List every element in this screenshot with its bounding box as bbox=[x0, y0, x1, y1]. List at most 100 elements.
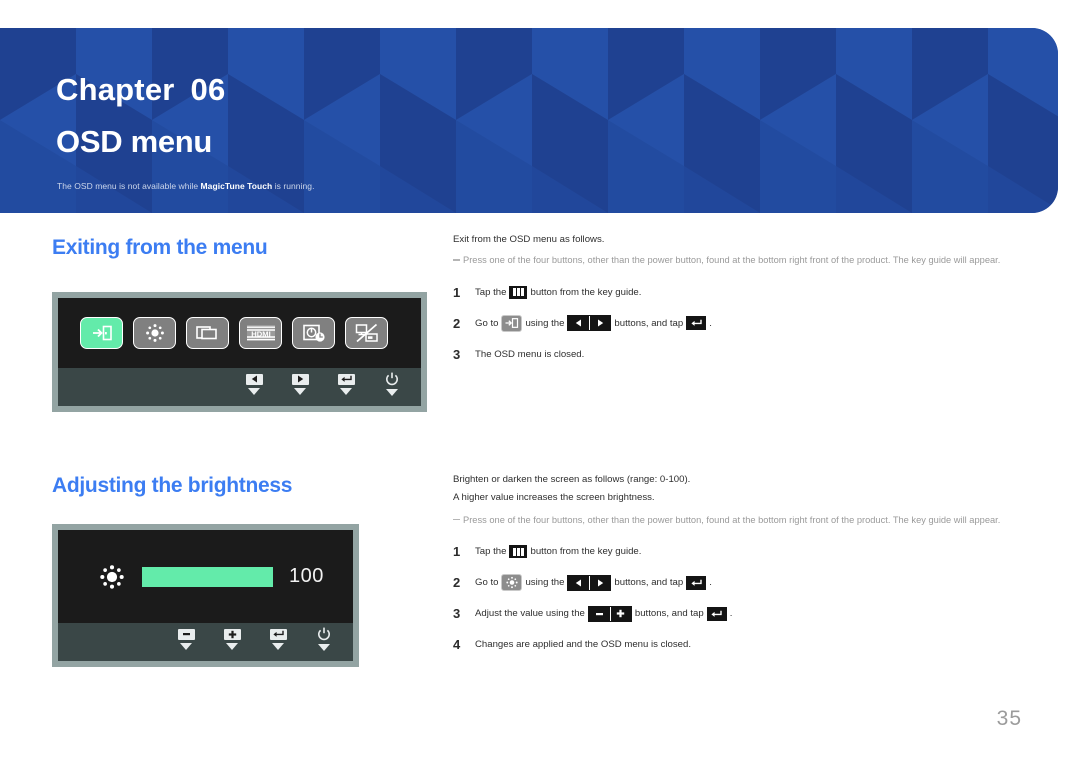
right-arrow-key[interactable] bbox=[277, 373, 323, 395]
exiting-note: Press one of the four buttons, other tha… bbox=[453, 253, 1023, 267]
manual-page: Chapter 06 OSD menu The OSD menu is not a… bbox=[0, 0, 1080, 763]
enter-key-box bbox=[337, 373, 355, 385]
left-arrow-key[interactable] bbox=[231, 373, 277, 395]
minus-icon[interactable] bbox=[588, 606, 610, 621]
step-item: 1 Tap the button from the key guide. bbox=[453, 277, 1023, 308]
step-item: 3 The OSD menu is closed. bbox=[453, 339, 1023, 370]
enter-icon bbox=[340, 375, 352, 382]
step-text-pre: Go to bbox=[475, 577, 499, 589]
brightness-osd-illustration: 100 bbox=[52, 524, 359, 667]
enter-key[interactable] bbox=[323, 373, 369, 395]
key-caret bbox=[180, 642, 192, 650]
osd-icon-menu: HDMI bbox=[58, 298, 421, 368]
minus-key[interactable] bbox=[163, 628, 209, 650]
minus-icon bbox=[182, 633, 190, 636]
step-text: Go to using the buttons, and tap . bbox=[475, 314, 712, 332]
chapter-label: Chapter bbox=[56, 72, 175, 107]
power-key[interactable] bbox=[301, 627, 347, 651]
step-item: 1 Tap the button from the key guide. bbox=[453, 536, 1023, 567]
brightness-slider-area: 100 bbox=[58, 530, 353, 623]
step-text-pre: The OSD menu is closed. bbox=[475, 348, 585, 360]
step-text: Tap the button from the key guide. bbox=[475, 285, 642, 299]
screen-adjustment-icon[interactable] bbox=[186, 317, 229, 349]
left-arrow-icon bbox=[251, 375, 257, 383]
osd-screen: HDMI bbox=[58, 298, 421, 406]
step-text-pre: Tap the bbox=[475, 286, 507, 298]
step-text-mid: using the bbox=[525, 317, 565, 329]
step-text-post: buttons, and tap bbox=[614, 317, 684, 329]
right-arrow-icon[interactable] bbox=[589, 575, 611, 590]
enter-icon[interactable] bbox=[686, 316, 707, 331]
osd-key-guide-bar bbox=[58, 623, 353, 661]
left-arrow-icon[interactable] bbox=[568, 316, 590, 331]
step-text-pre: Tap the bbox=[475, 546, 507, 558]
enter-icon[interactable] bbox=[706, 606, 727, 621]
eco-timer-icon[interactable] bbox=[292, 317, 335, 349]
key-caret bbox=[226, 642, 238, 650]
left-arrow-icon[interactable] bbox=[568, 575, 590, 590]
plus-key[interactable] bbox=[209, 628, 255, 650]
enter-icon[interactable] bbox=[686, 575, 707, 590]
step-text-post: buttons, and tap bbox=[614, 577, 684, 589]
chapter-line: Chapter 06 bbox=[56, 72, 225, 108]
brightness-icon[interactable] bbox=[501, 574, 523, 592]
brightness-note: Press one of the four buttons, other tha… bbox=[453, 513, 1023, 527]
step-text-post: button from the key guide. bbox=[530, 286, 642, 298]
step-number: 3 bbox=[453, 346, 461, 362]
step-text-post: button from the key guide. bbox=[530, 546, 642, 558]
hdmi-source-icon[interactable]: HDMI bbox=[239, 317, 282, 349]
right-arrow-key-box bbox=[291, 373, 309, 385]
display-off-icon[interactable] bbox=[345, 317, 388, 349]
step-number: 3 bbox=[453, 606, 461, 622]
chapter-number: 06 bbox=[190, 72, 226, 107]
step-number: 2 bbox=[453, 315, 461, 331]
menu-button-icon[interactable] bbox=[509, 285, 528, 299]
exit-icon[interactable] bbox=[501, 314, 523, 332]
eco-timer-glyph bbox=[302, 324, 325, 342]
chapter-title: OSD menu bbox=[56, 124, 213, 159]
key-caret bbox=[340, 387, 352, 395]
power-key[interactable] bbox=[369, 372, 415, 396]
brightness-lead-2: A higher value increases the screen brig… bbox=[453, 492, 655, 504]
arrow-keys-pair[interactable] bbox=[567, 574, 612, 591]
left-arrow-key-box bbox=[245, 373, 263, 385]
svg-text:HDMI: HDMI bbox=[251, 329, 270, 338]
step-text-pre: Adjust the value using the bbox=[475, 608, 585, 620]
section-heading-exiting: Exiting from the menu bbox=[52, 236, 268, 259]
hdmi-glyph: HDMI bbox=[246, 325, 275, 341]
osd-key-guide bbox=[163, 627, 347, 651]
osd-icon-row: HDMI bbox=[58, 317, 388, 349]
step-item: 2 Go to using the buttons, and tap . bbox=[453, 308, 1023, 339]
plus-icon[interactable] bbox=[609, 606, 631, 621]
section-heading-brightness: Adjusting the brightness bbox=[52, 474, 293, 497]
exiting-steps: 1 Tap the button from the key guide. 2 G… bbox=[453, 277, 1023, 370]
exit-glyph bbox=[92, 325, 112, 341]
brightness-icon[interactable] bbox=[133, 317, 176, 349]
minus-plus-pair[interactable] bbox=[587, 605, 632, 622]
plus-icon bbox=[228, 630, 236, 638]
banner-text-block: Chapter 06 OSD menu The OSD menu is not a… bbox=[56, 28, 696, 213]
brightness-row: 100 bbox=[58, 564, 324, 590]
enter-icon bbox=[272, 630, 284, 637]
right-arrow-icon[interactable] bbox=[589, 316, 611, 331]
step-text-post: buttons, and tap bbox=[634, 608, 704, 620]
step-text-tail: . bbox=[729, 608, 733, 620]
banner-note-suffix: is running. bbox=[272, 181, 315, 191]
exit-icon[interactable] bbox=[80, 317, 123, 349]
brightness-steps: 1 Tap the button from the key guide. 2 G… bbox=[453, 536, 1023, 660]
power-icon bbox=[318, 627, 330, 641]
arrow-keys-pair[interactable] bbox=[567, 315, 612, 332]
menu-button-icon[interactable] bbox=[509, 545, 528, 559]
banner-note: The OSD menu is not available while Magi… bbox=[57, 181, 314, 191]
step-text: Go to using the buttons, and tap . bbox=[475, 574, 712, 592]
banner-note-prefix: The OSD menu is not available while bbox=[57, 181, 201, 191]
step-item: 3 Adjust the value using the buttons, an… bbox=[453, 598, 1023, 629]
brightness-bar[interactable] bbox=[142, 566, 273, 587]
step-number: 2 bbox=[453, 575, 461, 591]
brightness-value: 100 bbox=[289, 565, 324, 587]
brightness-text-block: Brighten or darken the screen as follows… bbox=[453, 473, 1023, 660]
step-item: 4 Changes are applied and the OSD menu i… bbox=[453, 629, 1023, 660]
enter-key[interactable] bbox=[255, 628, 301, 650]
minus-key-box bbox=[177, 628, 195, 640]
brightness-lead: Brighten or darken the screen as follows… bbox=[453, 474, 691, 485]
